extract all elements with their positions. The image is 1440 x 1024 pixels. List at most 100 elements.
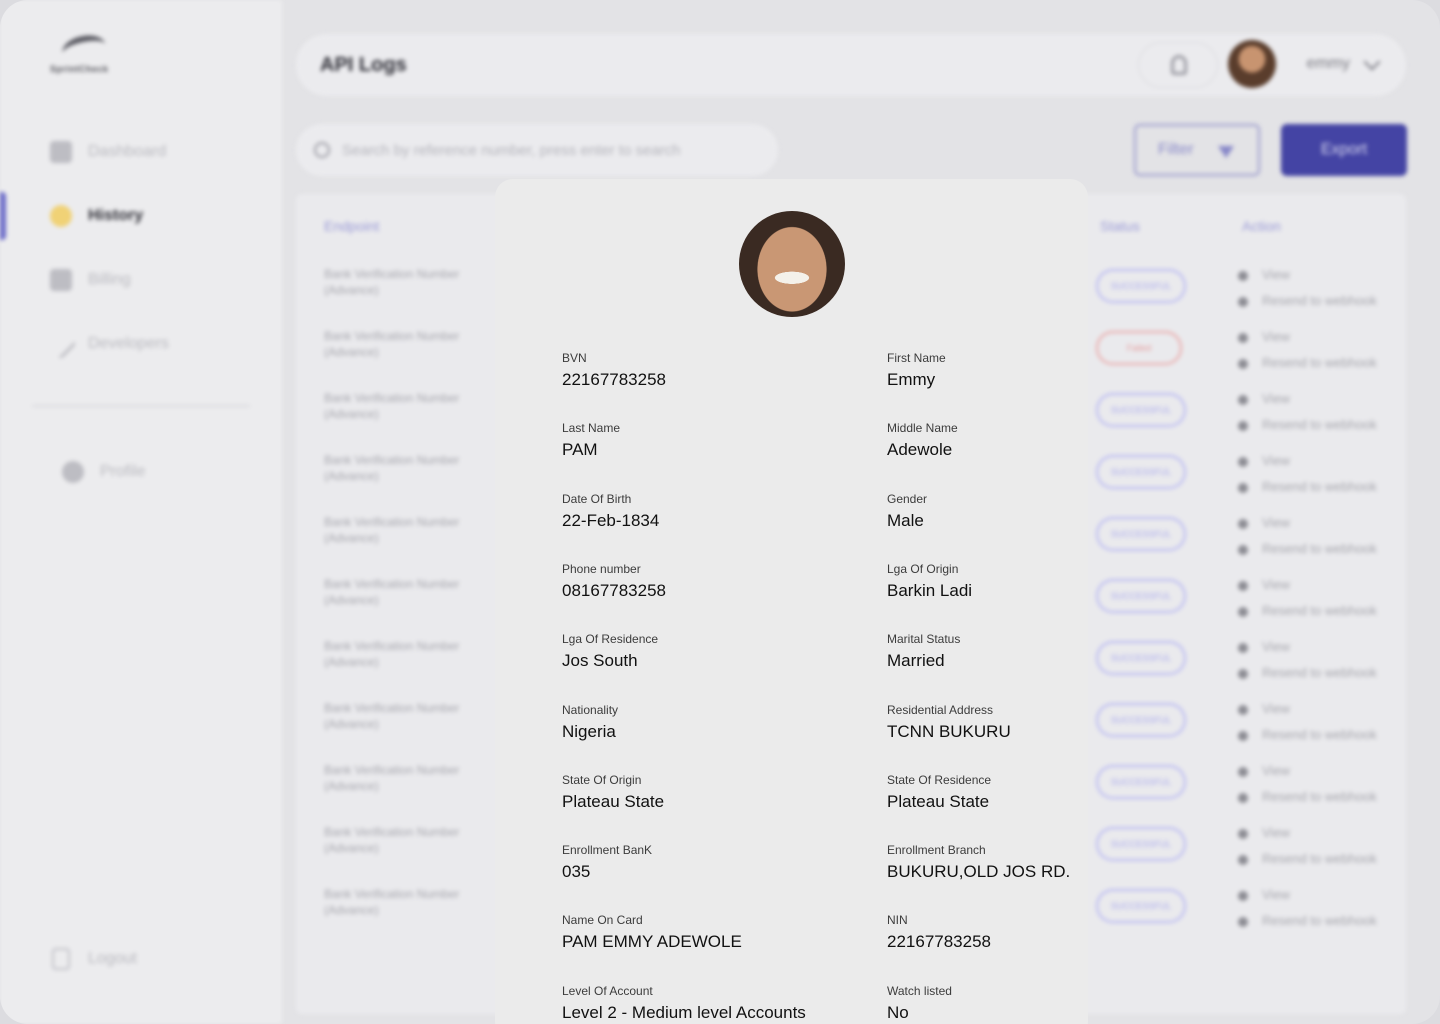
sidebar: SprintCheck Dashboard History Billing De… [0, 0, 282, 1024]
resend-webhook-link[interactable]: Resend to webhook [1238, 722, 1377, 748]
logout-button[interactable]: Logout [52, 948, 137, 970]
sidebar-item-dashboard[interactable]: Dashboard [50, 138, 166, 166]
detail-field: Residential Address TCNN BUKURU [887, 703, 1011, 742]
filter-button[interactable]: Filter [1134, 124, 1260, 176]
user-name[interactable]: emmy [1306, 55, 1350, 73]
sidebar-item-label: Developers [88, 335, 169, 352]
notifications-button[interactable] [1138, 42, 1218, 88]
resend-label: Resend to webhook [1262, 913, 1377, 928]
detail-field: Watch listed No [887, 984, 952, 1023]
view-link[interactable]: View [1238, 510, 1290, 536]
status-badge: SUCCESSFUL [1096, 455, 1186, 489]
status-badge: Failed [1096, 331, 1182, 365]
view-link[interactable]: View [1238, 448, 1290, 474]
resend-webhook-link[interactable]: Resend to webhook [1238, 598, 1377, 624]
resend-webhook-link[interactable]: Resend to webhook [1238, 288, 1377, 314]
resend-webhook-link[interactable]: Resend to webhook [1238, 474, 1377, 500]
resend-webhook-link[interactable]: Resend to webhook [1238, 412, 1377, 438]
detail-value: Nigeria [562, 721, 616, 741]
view-label: View [1262, 763, 1290, 778]
detail-value: Level 2 - Medium level Accounts [562, 1002, 806, 1022]
view-link[interactable]: View [1238, 572, 1290, 598]
sidebar-item-billing[interactable]: Billing [50, 266, 131, 294]
detail-label: Nationality [562, 702, 619, 717]
view-link[interactable]: View [1238, 386, 1290, 412]
top-header: API Logs emmy [296, 34, 1406, 96]
resend-label: Resend to webhook [1262, 789, 1377, 804]
resend-icon [1238, 730, 1248, 741]
table-row-endpoint: Bank Verification Number (Advance) [324, 887, 460, 917]
resend-webhook-link[interactable]: Resend to webhook [1238, 660, 1377, 686]
resend-webhook-link[interactable]: Resend to webhook [1238, 846, 1377, 872]
resend-webhook-link[interactable]: Resend to webhook [1238, 536, 1377, 562]
page-title: API Logs [320, 54, 407, 76]
export-button[interactable]: Export [1281, 124, 1407, 176]
view-link[interactable]: View [1238, 882, 1290, 908]
detail-field: State Of Residence Plateau State [887, 773, 991, 812]
detail-value: 22167783258 [562, 370, 667, 389]
history-icon [50, 205, 72, 227]
detail-value: Adewole [887, 440, 953, 460]
view-link[interactable]: View [1238, 262, 1290, 288]
eye-icon [1238, 890, 1248, 901]
table-row-endpoint: Bank Verification Number (Advance) [324, 763, 460, 793]
resend-icon [1238, 358, 1248, 369]
table-row-endpoint: Bank Verification Number (Advance) [324, 515, 460, 545]
resend-webhook-link[interactable]: Resend to webhook [1238, 350, 1377, 376]
chevron-down-icon[interactable] [1363, 53, 1381, 71]
view-link[interactable]: View [1238, 758, 1290, 784]
status-badge: SUCCESSFUL [1096, 765, 1186, 799]
view-link[interactable]: View [1238, 820, 1290, 846]
detail-field: Lga Of Residence Jos South [562, 632, 658, 671]
app-window: SprintCheck Dashboard History Billing De… [0, 0, 1440, 1024]
resend-icon [1238, 668, 1248, 679]
table-row-endpoint: Bank Verification Number (Advance) [324, 577, 460, 607]
status-badge: SUCCESSFUL [1096, 641, 1186, 675]
sidebar-item-label: History [88, 207, 144, 224]
eye-icon [1238, 394, 1248, 405]
grid-icon [50, 141, 72, 163]
detail-label: Level Of Account [562, 983, 653, 998]
detail-label: Phone number [562, 561, 641, 576]
detail-value: BUKURU,OLD JOS RD. [887, 862, 1071, 882]
detail-value: Married [887, 651, 945, 671]
detail-field: Lga Of Origin Barkin Ladi [887, 562, 972, 601]
sidebar-item-developers[interactable]: Developers [45, 328, 169, 360]
status-badge: SUCCESSFUL [1096, 269, 1186, 303]
view-label: View [1262, 825, 1290, 840]
filter-icon [1218, 146, 1234, 158]
resend-label: Resend to webhook [1262, 479, 1377, 494]
detail-label: Enrollment Branch [887, 843, 986, 858]
detail-value: 22167783258 [887, 932, 992, 952]
status-badge: SUCCESSFUL [1096, 517, 1186, 551]
sidebar-item-label: Billing [88, 271, 131, 288]
detail-field: Phone number 08167783258 [562, 562, 666, 601]
detail-value: TCNN BUKURU [887, 721, 1011, 741]
logout-icon [52, 948, 70, 970]
eye-icon [1238, 642, 1248, 653]
search-input[interactable]: Search by reference number, press enter … [296, 124, 778, 176]
detail-label: State Of Residence [887, 772, 992, 787]
bell-icon [1171, 55, 1187, 75]
app-logo[interactable]: SprintCheck [50, 31, 120, 76]
view-link[interactable]: View [1238, 696, 1290, 722]
table-row-endpoint: Bank Verification Number (Advance) [324, 391, 460, 421]
status-badge: SUCCESSFUL [1096, 889, 1186, 923]
view-link[interactable]: View [1238, 324, 1290, 350]
eye-icon [1238, 828, 1248, 839]
view-label: View [1262, 515, 1290, 530]
sidebar-item-history[interactable]: History [50, 202, 143, 230]
detail-label: Residential Address [887, 702, 994, 717]
detail-label: First Name [887, 351, 946, 365]
sidebar-item-label: Dashboard [88, 143, 167, 160]
resend-webhook-link[interactable]: Resend to webhook [1238, 908, 1377, 934]
resend-label: Resend to webhook [1262, 417, 1377, 432]
status-badge: SUCCESSFUL [1096, 827, 1186, 861]
detail-label: Watch listed [887, 983, 952, 998]
view-link[interactable]: View [1238, 634, 1290, 660]
resend-icon [1238, 544, 1248, 555]
resend-webhook-link[interactable]: Resend to webhook [1238, 784, 1377, 810]
resend-icon [1238, 792, 1248, 803]
sidebar-item-profile[interactable]: Profile [62, 458, 145, 486]
avatar[interactable] [1228, 40, 1276, 88]
